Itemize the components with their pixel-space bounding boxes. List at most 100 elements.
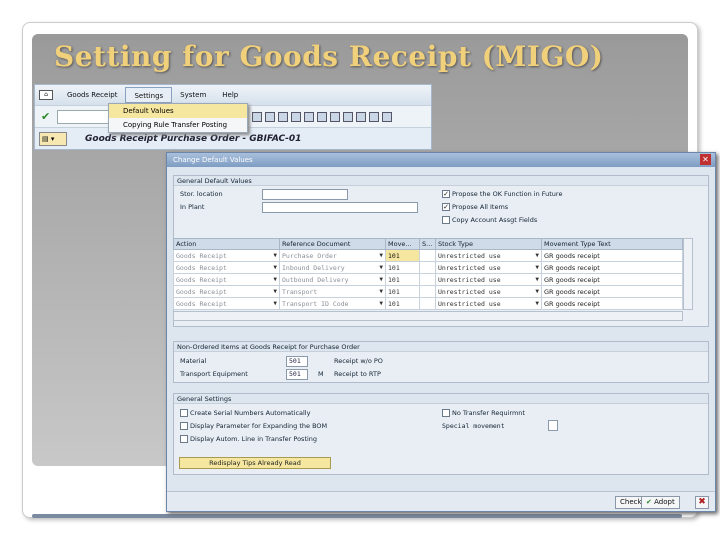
next-page-icon[interactable] [317, 111, 328, 122]
col-action[interactable]: Action [173, 238, 280, 250]
movement-cell[interactable]: 101 [385, 273, 420, 286]
special-movement-field[interactable] [548, 420, 558, 431]
table-row[interactable]: Goods Receipt ▼ Inbound Delivery ▼ 101 Unr… [173, 261, 683, 274]
material-movement-field[interactable]: 501 [286, 356, 308, 367]
no-transfer-label: No Transfer Requirmnt [452, 409, 525, 417]
last-page-icon[interactable] [330, 111, 341, 122]
dropdown-arrow-icon[interactable]: ▼ [535, 264, 539, 271]
dropdown-arrow-icon[interactable]: ▼ [379, 276, 383, 283]
special-stock-cell[interactable] [419, 297, 436, 310]
cancel-icon[interactable]: ✖ [695, 496, 709, 509]
movement-cell[interactable]: 101 [385, 249, 420, 262]
col-stock-type[interactable]: Stock Type [435, 238, 542, 250]
stock-type-cell[interactable]: Unrestricted use ▼ [435, 273, 542, 286]
close-icon[interactable]: ✕ [700, 154, 711, 165]
menu-goods-receipt[interactable]: Goods Receipt [59, 87, 125, 103]
propose-ok-checkbox[interactable]: ✓ [442, 190, 450, 198]
group-header: General Default Values [174, 176, 708, 186]
table-row[interactable]: Goods Receipt ▼ Purchase Order ▼ 101 Unres… [173, 249, 683, 262]
print-icon[interactable] [252, 111, 263, 122]
dropdown-arrow-icon[interactable]: ▼ [535, 252, 539, 259]
table-row[interactable]: Goods Receipt ▼ Transport ▼ 101 Unrestrict… [173, 285, 683, 298]
special-stock-cell[interactable] [419, 273, 436, 286]
action-cell[interactable]: Goods Receipt ▼ [173, 297, 280, 310]
non-ordered-items-group: Non-Ordered Items at Goods Receipt for P… [173, 341, 709, 383]
checkmark-icon: ✔ [646, 498, 652, 506]
prev-page-icon[interactable] [304, 111, 315, 122]
transport-desc: Receipt to RTP [334, 370, 381, 378]
change-default-values-dialog: Change Default Values ✕ General Default … [166, 152, 716, 512]
reference-cell[interactable]: Transport ID Code ▼ [279, 297, 386, 310]
table-vertical-scrollbar[interactable] [683, 238, 693, 310]
dropdown-arrow-icon[interactable]: ▼ [273, 252, 277, 259]
stock-type-cell[interactable]: Unrestricted use ▼ [435, 249, 542, 262]
enter-check-icon[interactable]: ✔ [41, 110, 50, 123]
no-transfer-checkbox[interactable] [442, 409, 450, 417]
in-plant-field[interactable] [262, 202, 418, 213]
table-row[interactable]: Goods Receipt ▼ Outbound Delivery ▼ 101 Un… [173, 273, 683, 286]
transport-movement-field[interactable]: 501 [286, 369, 308, 380]
reference-cell[interactable]: Inbound Delivery ▼ [279, 261, 386, 274]
dropdown-arrow-icon[interactable]: ▼ [379, 300, 383, 307]
movement-cell[interactable]: 101 [385, 285, 420, 298]
display-autom-checkbox[interactable] [180, 435, 188, 443]
dropdown-arrow-icon[interactable]: ▼ [273, 300, 277, 307]
action-cell[interactable]: Goods Receipt ▼ [173, 261, 280, 274]
dropdown-arrow-icon[interactable]: ▼ [379, 264, 383, 271]
selection-button[interactable]: ▤ ▾ [39, 131, 67, 146]
display-bom-checkbox[interactable] [180, 422, 188, 430]
propose-all-checkbox[interactable]: ✓ [442, 203, 450, 211]
menu-settings[interactable]: Settings [125, 87, 173, 103]
menu-item-copying-rule[interactable]: Copying Rule Transfer Posting [109, 118, 247, 132]
action-cell[interactable]: Goods Receipt ▼ [173, 273, 280, 286]
in-plant-label: In Plant [180, 203, 205, 211]
layout-icon[interactable] [382, 111, 393, 122]
dropdown-arrow-icon[interactable]: ▼ [535, 288, 539, 295]
movement-text-cell: GR goods receipt [541, 285, 683, 298]
dropdown-arrow-icon[interactable]: ▼ [379, 288, 383, 295]
special-stock-cell[interactable] [419, 261, 436, 274]
col-movement-type[interactable]: Move... [385, 238, 420, 250]
special-movement-label: Special movement [442, 422, 505, 430]
reference-cell[interactable]: Outbound Delivery ▼ [279, 273, 386, 286]
action-cell[interactable]: Goods Receipt ▼ [173, 249, 280, 262]
serial-numbers-checkbox[interactable] [180, 409, 188, 417]
stock-type-cell[interactable]: Unrestricted use ▼ [435, 261, 542, 274]
new-session-icon[interactable] [343, 111, 354, 122]
redisplay-tips-button[interactable]: Redisplay Tips Already Read [179, 457, 331, 469]
copy-account-checkbox[interactable] [442, 216, 450, 224]
col-movement-type-text[interactable]: Movement Type Text [541, 238, 683, 250]
action-cell[interactable]: Goods Receipt ▼ [173, 285, 280, 298]
dropdown-arrow-icon[interactable]: ▼ [535, 276, 539, 283]
menu-help[interactable]: Help [214, 87, 246, 103]
stock-type-cell[interactable]: Unrestricted use ▼ [435, 285, 542, 298]
help-icon[interactable] [369, 111, 380, 122]
find-next-icon[interactable] [278, 111, 289, 122]
stock-type-cell[interactable]: Unrestricted use ▼ [435, 297, 542, 310]
menu-item-default-values[interactable]: Default Values [109, 104, 247, 118]
special-stock-cell[interactable] [419, 285, 436, 298]
col-special-stock[interactable]: S... [419, 238, 436, 250]
table-horizontal-scrollbar[interactable] [173, 311, 683, 321]
col-reference-document[interactable]: Reference Document [279, 238, 386, 250]
movement-text-cell: GR goods receipt [541, 273, 683, 286]
reference-cell[interactable]: Purchase Order ▼ [279, 249, 386, 262]
first-page-icon[interactable] [291, 111, 302, 122]
movement-cell[interactable]: 101 [385, 261, 420, 274]
adopt-button[interactable]: ✔ Adopt [641, 496, 680, 509]
special-stock-cell[interactable] [419, 249, 436, 262]
movement-cell[interactable]: 101 [385, 297, 420, 310]
reference-cell[interactable]: Transport ▼ [279, 285, 386, 298]
sap-menu-icon[interactable]: ⌂ [39, 90, 53, 100]
find-icon[interactable] [265, 111, 276, 122]
dropdown-arrow-icon[interactable]: ▼ [379, 252, 383, 259]
dropdown-arrow-icon[interactable]: ▼ [273, 264, 277, 271]
dropdown-arrow-icon[interactable]: ▼ [273, 276, 277, 283]
menu-system[interactable]: System [172, 87, 214, 103]
dropdown-arrow-icon[interactable]: ▼ [535, 300, 539, 307]
table-row[interactable]: Goods Receipt ▼ Transport ID Code ▼ 101 Un… [173, 297, 683, 310]
table-header-row: Action Reference Document Move... S... S… [173, 238, 683, 250]
shortcut-icon[interactable] [356, 111, 367, 122]
stor-location-field[interactable] [262, 189, 348, 200]
dropdown-arrow-icon[interactable]: ▼ [273, 288, 277, 295]
